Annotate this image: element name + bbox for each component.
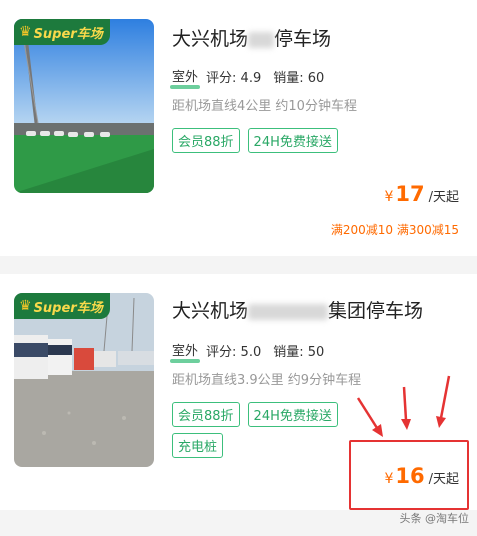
annotation-arrowhead-middle (401, 419, 411, 430)
annotation-arrow-right (439, 375, 451, 419)
annotation-arrow-middle (402, 386, 408, 421)
annotation-arrowhead-right (436, 416, 446, 428)
annotation-arrow-left (356, 397, 379, 429)
watermark: 头条 @淘车位 (399, 512, 470, 525)
annotation-arrowhead-left (372, 424, 383, 437)
price-highlight-box (349, 440, 469, 510)
